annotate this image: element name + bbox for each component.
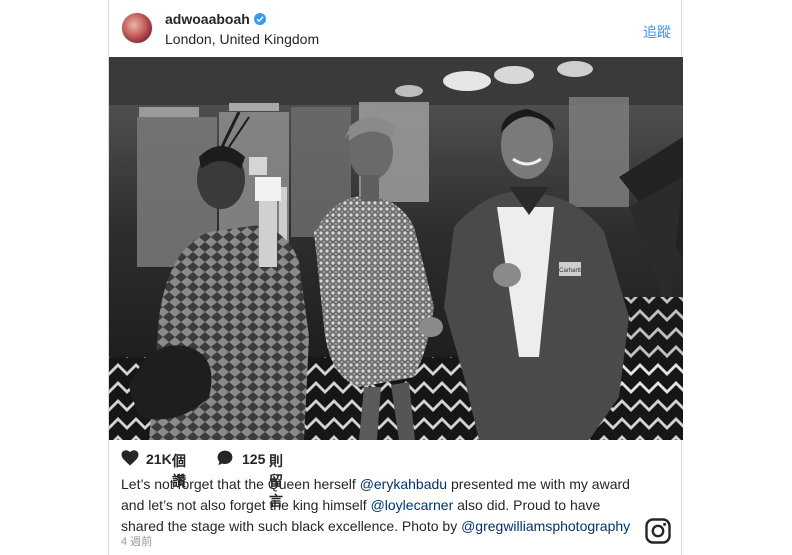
post-timestamp[interactable]: 4 週前 [121,533,152,549]
instagram-embed-card: adwoaaboah London, United Kingdom 追蹤 Car… [108,0,683,555]
mention-link[interactable]: @gregwilliamsphotography [461,518,630,534]
location-link[interactable]: London, United Kingdom [165,31,319,47]
username-link[interactable]: adwoaaboah [165,11,250,27]
username-row: adwoaaboah [165,11,266,27]
instagram-logo-icon[interactable] [645,518,671,544]
follow-button[interactable]: 追蹤 [643,22,671,42]
post-header: adwoaaboah London, United Kingdom 追蹤 [109,0,681,56]
caption-text: Let’s not forget that the Queen herself [121,476,360,492]
avatar[interactable] [121,12,153,44]
comment-icon[interactable] [217,450,233,469]
comments-count: 125 [242,451,266,467]
mention-link[interactable]: @erykahbadu [360,476,447,492]
jacket-patch-text: Carhartt [559,268,581,274]
likes-count: 21K [146,451,172,467]
post-caption: Let’s not forget that the Queen herself … [121,474,641,537]
mention-link[interactable]: @loylecarner [371,497,454,513]
heart-icon[interactable] [121,450,139,469]
post-photo[interactable]: Carhartt [109,57,683,440]
verified-badge-icon [253,13,266,25]
